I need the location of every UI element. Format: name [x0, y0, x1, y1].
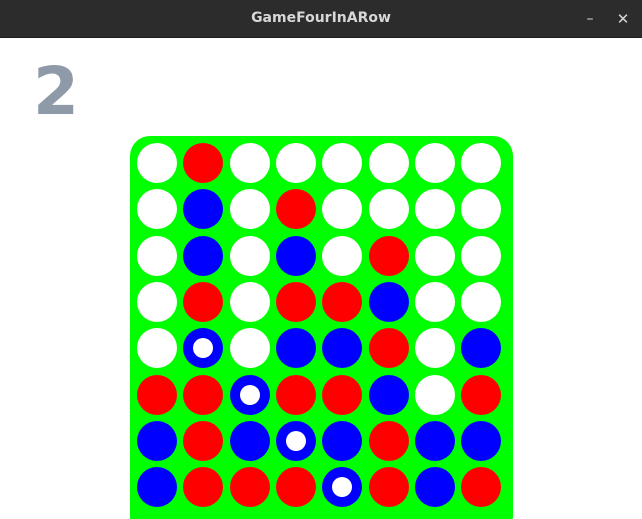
board-cell-r7-c1[interactable]: [137, 421, 177, 461]
winning-marker: [332, 477, 352, 497]
board-cell-r8-c7[interactable]: [415, 467, 455, 507]
board-cell-r4-c2[interactable]: [183, 282, 223, 322]
board-cell-r2-c5[interactable]: [322, 189, 362, 229]
winning-marker: [193, 338, 213, 358]
board-cell-r6-c8[interactable]: [461, 375, 501, 415]
board-cell-r4-c5[interactable]: [322, 282, 362, 322]
board-cell-r8-c4[interactable]: [276, 467, 316, 507]
board-cell-r5-c3[interactable]: [230, 328, 270, 368]
board-cell-r5-c5[interactable]: [322, 328, 362, 368]
board-cell-r5-c2[interactable]: [183, 328, 223, 368]
board-cell-r5-c1[interactable]: [137, 328, 177, 368]
board-cell-r5-c8[interactable]: [461, 328, 501, 368]
board-cell-r4-c3[interactable]: [230, 282, 270, 322]
board-cell-r1-c3[interactable]: [230, 143, 270, 183]
board-cell-r5-c7[interactable]: [415, 328, 455, 368]
board-cell-r6-c4[interactable]: [276, 375, 316, 415]
board-cell-r1-c6[interactable]: [369, 143, 409, 183]
board-cell-r8-c1[interactable]: [137, 467, 177, 507]
board-cell-r8-c3[interactable]: [230, 467, 270, 507]
board-cell-r3-c1[interactable]: [137, 236, 177, 276]
board-cell-r6-c2[interactable]: [183, 375, 223, 415]
minimize-button[interactable]: –: [579, 8, 601, 30]
board-cell-r2-c6[interactable]: [369, 189, 409, 229]
board-cell-r2-c7[interactable]: [415, 189, 455, 229]
winning-marker: [240, 385, 260, 405]
board-cell-r8-c2[interactable]: [183, 467, 223, 507]
app-window: GameFourInARow – ✕ 2: [0, 0, 642, 519]
board-cell-r8-c8[interactable]: [461, 467, 501, 507]
move-counter: 2: [33, 53, 79, 130]
board-cell-r1-c4[interactable]: [276, 143, 316, 183]
board-cell-r5-c6[interactable]: [369, 328, 409, 368]
board-cell-r6-c5[interactable]: [322, 375, 362, 415]
board-cell-r7-c4[interactable]: [276, 421, 316, 461]
board-cell-r1-c5[interactable]: [322, 143, 362, 183]
board-cell-r7-c7[interactable]: [415, 421, 455, 461]
board-cell-r3-c8[interactable]: [461, 236, 501, 276]
board-cell-r7-c2[interactable]: [183, 421, 223, 461]
board-cell-r3-c4[interactable]: [276, 236, 316, 276]
game-area: 2: [0, 38, 642, 519]
board-cell-r6-c7[interactable]: [415, 375, 455, 415]
board-cell-r8-c5[interactable]: [322, 467, 362, 507]
board-cell-r7-c8[interactable]: [461, 421, 501, 461]
game-board[interactable]: [130, 136, 513, 519]
board-cell-r2-c8[interactable]: [461, 189, 501, 229]
board-cell-r7-c5[interactable]: [322, 421, 362, 461]
board-cell-r3-c6[interactable]: [369, 236, 409, 276]
board-cell-r2-c3[interactable]: [230, 189, 270, 229]
title-bar[interactable]: GameFourInARow – ✕: [0, 0, 642, 38]
board-cell-r2-c1[interactable]: [137, 189, 177, 229]
board-cell-r1-c7[interactable]: [415, 143, 455, 183]
board-cell-r7-c6[interactable]: [369, 421, 409, 461]
board-cell-r1-c2[interactable]: [183, 143, 223, 183]
board-cell-r7-c3[interactable]: [230, 421, 270, 461]
board-cell-r2-c2[interactable]: [183, 189, 223, 229]
board-cell-r4-c4[interactable]: [276, 282, 316, 322]
board-cell-r1-c1[interactable]: [137, 143, 177, 183]
board-cell-r4-c8[interactable]: [461, 282, 501, 322]
board-cell-r3-c5[interactable]: [322, 236, 362, 276]
board-cell-r3-c3[interactable]: [230, 236, 270, 276]
board-cell-r4-c1[interactable]: [137, 282, 177, 322]
board-cell-r6-c3[interactable]: [230, 375, 270, 415]
window-title: GameFourInARow: [251, 10, 391, 26]
board-cell-r6-c6[interactable]: [369, 375, 409, 415]
board-cell-r6-c1[interactable]: [137, 375, 177, 415]
winning-marker: [286, 431, 306, 451]
board-cell-r3-c2[interactable]: [183, 236, 223, 276]
board-cell-r4-c7[interactable]: [415, 282, 455, 322]
board-cell-r5-c4[interactable]: [276, 328, 316, 368]
close-button[interactable]: ✕: [612, 8, 634, 30]
board-cell-r3-c7[interactable]: [415, 236, 455, 276]
board-cell-r4-c6[interactable]: [369, 282, 409, 322]
board-cell-r8-c6[interactable]: [369, 467, 409, 507]
board-cell-r2-c4[interactable]: [276, 189, 316, 229]
board-cell-r1-c8[interactable]: [461, 143, 501, 183]
